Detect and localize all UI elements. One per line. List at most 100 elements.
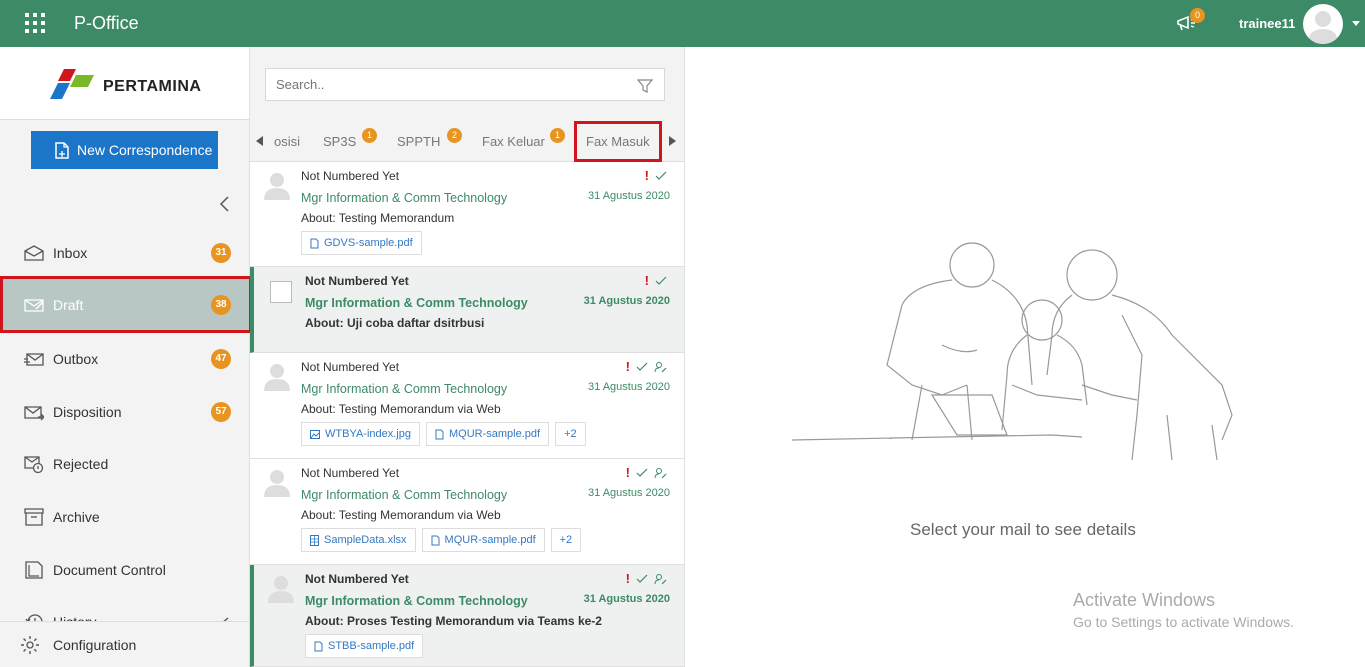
attachment-chip[interactable]: GDVS-sample.pdf <box>301 231 422 255</box>
tabs-scroll-right-icon[interactable] <box>669 136 676 146</box>
team-illustration <box>792 242 1233 461</box>
mail-number: Not Numbered Yet <box>301 169 400 183</box>
mail-date: 31 Agustus 2020 <box>588 487 670 499</box>
draft-count-badge: 38 <box>211 295 231 315</box>
mail-list-item[interactable]: Not Numbered Yet ! Mgr Information & Com… <box>250 353 684 459</box>
attachment-name: MQUR-sample.pdf <box>444 534 536 546</box>
mail-indicators: ! <box>626 571 667 586</box>
mail-subject: About: Testing Memorandum via Web <box>301 402 501 416</box>
mail-subject: About: Testing Memorandum <box>301 211 455 225</box>
attachment-chip[interactable]: SampleData.xlsx <box>301 528 416 552</box>
search-input[interactable] <box>265 68 665 101</box>
attachment-name: WTBYA-index.jpg <box>325 428 411 440</box>
top-bar: P-Office 0 trainee11 <box>0 0 1365 47</box>
collapse-sidebar-icon[interactable] <box>218 194 232 214</box>
sender-avatar-icon <box>264 173 290 200</box>
filter-icon[interactable] <box>637 78 653 94</box>
mail-list-item-selected[interactable]: Not Numbered Yet ! Mgr Information & Com… <box>250 267 684 353</box>
tab-sp3s-badge: 1 <box>362 128 377 143</box>
new-document-icon <box>55 141 69 159</box>
mail-list-item[interactable]: Not Numbered Yet ! Mgr Information & Com… <box>250 162 684 267</box>
sidebar-item-outbox[interactable]: Outbox 47 <box>0 333 249 385</box>
user-avatar[interactable] <box>1303 4 1343 44</box>
attachment-list: SampleData.xlsx MQUR-sample.pdf +2 <box>301 528 582 552</box>
attachment-name: STBB-sample.pdf <box>328 640 415 652</box>
tab-fax-masuk-label: Fax Masuk <box>586 134 650 149</box>
mail-list-item[interactable]: Not Numbered Yet ! Mgr Information & Com… <box>250 459 684 565</box>
check-icon <box>636 574 648 583</box>
logo-text: PERTAMINA <box>103 78 202 95</box>
mail-number: Not Numbered Yet <box>301 466 400 480</box>
sidebar: PERTAMINA New Correspondence Inbox 31 Dr… <box>0 47 252 667</box>
check-icon <box>655 276 667 285</box>
disposition-icon <box>24 406 44 421</box>
attachment-list: WTBYA-index.jpg MQUR-sample.pdf +2 <box>301 422 586 446</box>
sidebar-item-label: Archive <box>53 509 100 525</box>
sidebar-item-label: Draft <box>53 297 84 313</box>
mail-sender: Mgr Information & Comm Technology <box>301 382 508 396</box>
search-area <box>250 47 684 121</box>
attachment-chip[interactable]: WTBYA-index.jpg <box>301 422 420 446</box>
sender-avatar-icon <box>264 364 290 391</box>
app-title: P-Office <box>74 13 139 33</box>
sidebar-item-label: Outbox <box>53 351 99 367</box>
draft-icon <box>24 299 44 312</box>
sidebar-item-archive[interactable]: Archive <box>0 491 249 543</box>
mail-date: 31 Agustus 2020 <box>588 190 670 202</box>
attachment-list: GDVS-sample.pdf <box>301 231 422 255</box>
mail-subject: About: Uji coba daftar dsitrbusi <box>305 316 485 330</box>
tab-fax-keluar-badge: 1 <box>550 128 565 143</box>
notification-badge: 0 <box>1190 8 1205 23</box>
tabs-scroll-left-icon[interactable] <box>256 136 263 146</box>
mail-date: 31 Agustus 2020 <box>583 593 670 605</box>
tab-sp3s[interactable]: SP3S <box>323 134 356 149</box>
sidebar-item-label: Inbox <box>53 245 88 261</box>
inbox-count-badge: 31 <box>211 243 231 263</box>
mail-sender: Mgr Information & Comm Technology <box>301 488 508 502</box>
activate-windows-title: Activate Windows <box>1073 590 1216 610</box>
mail-subject: About: Testing Memorandum via Web <box>301 508 501 522</box>
mail-subject: About: Proses Testing Memorandum via Tea… <box>305 614 602 628</box>
tab-fax-masuk[interactable]: Fax Masuk <box>574 121 662 162</box>
priority-icon: ! <box>644 273 649 288</box>
user-menu-caret-icon[interactable] <box>1352 21 1360 26</box>
more-attachments-chip[interactable]: +2 <box>555 422 586 446</box>
tab-sppth[interactable]: SPPTH <box>397 134 440 149</box>
sidebar-item-inbox[interactable]: Inbox 31 <box>0 227 249 279</box>
app-grid-icon[interactable] <box>25 13 45 33</box>
mail-date: 31 Agustus 2020 <box>588 381 670 393</box>
sidebar-item-draft[interactable]: Draft 38 <box>0 279 249 331</box>
attachment-chip[interactable]: MQUR-sample.pdf <box>421 528 545 552</box>
new-correspondence-button[interactable]: New Correspondence <box>31 131 218 169</box>
user-edit-icon <box>654 361 667 372</box>
check-icon <box>655 171 667 180</box>
pertamina-logo <box>50 69 94 99</box>
sidebar-item-disposition[interactable]: Disposition 57 <box>0 386 249 438</box>
mail-list-item[interactable]: Not Numbered Yet ! Mgr Information & Com… <box>250 565 684 667</box>
username[interactable]: trainee11 <box>1239 16 1295 31</box>
tab-fax-keluar[interactable]: Fax Keluar <box>482 134 545 149</box>
spreadsheet-file-icon <box>310 534 319 546</box>
mail-sender: Mgr Information & Comm Technology <box>305 296 528 310</box>
tab-disposisi[interactable]: osisi <box>274 134 300 149</box>
attachment-name: MQUR-sample.pdf <box>449 428 541 440</box>
mail-number: Not Numbered Yet <box>305 572 409 586</box>
attachment-chip[interactable]: STBB-sample.pdf <box>305 634 424 658</box>
more-attachments-chip[interactable]: +2 <box>550 528 582 552</box>
sidebar-item-rejected[interactable]: Rejected <box>0 438 249 490</box>
attachment-name: GDVS-sample.pdf <box>324 237 413 249</box>
image-file-icon <box>310 429 320 439</box>
activate-windows-subtitle: Go to Settings to activate Windows. <box>1073 614 1294 630</box>
mail-select-checkbox[interactable] <box>270 281 292 303</box>
pdf-file-icon <box>431 535 440 545</box>
sidebar-item-document-control[interactable]: Document Control <box>0 544 249 596</box>
configuration-item[interactable]: Configuration <box>0 621 249 667</box>
empty-state-message: Select your mail to see details <box>910 520 1136 539</box>
sender-avatar-icon <box>268 576 294 603</box>
mail-number: Not Numbered Yet <box>301 360 400 374</box>
document-control-icon <box>25 561 43 579</box>
attachment-name: SampleData.xlsx <box>324 534 407 546</box>
attachment-chip[interactable]: MQUR-sample.pdf <box>426 422 550 446</box>
gear-icon <box>21 635 39 654</box>
check-icon <box>636 468 648 477</box>
